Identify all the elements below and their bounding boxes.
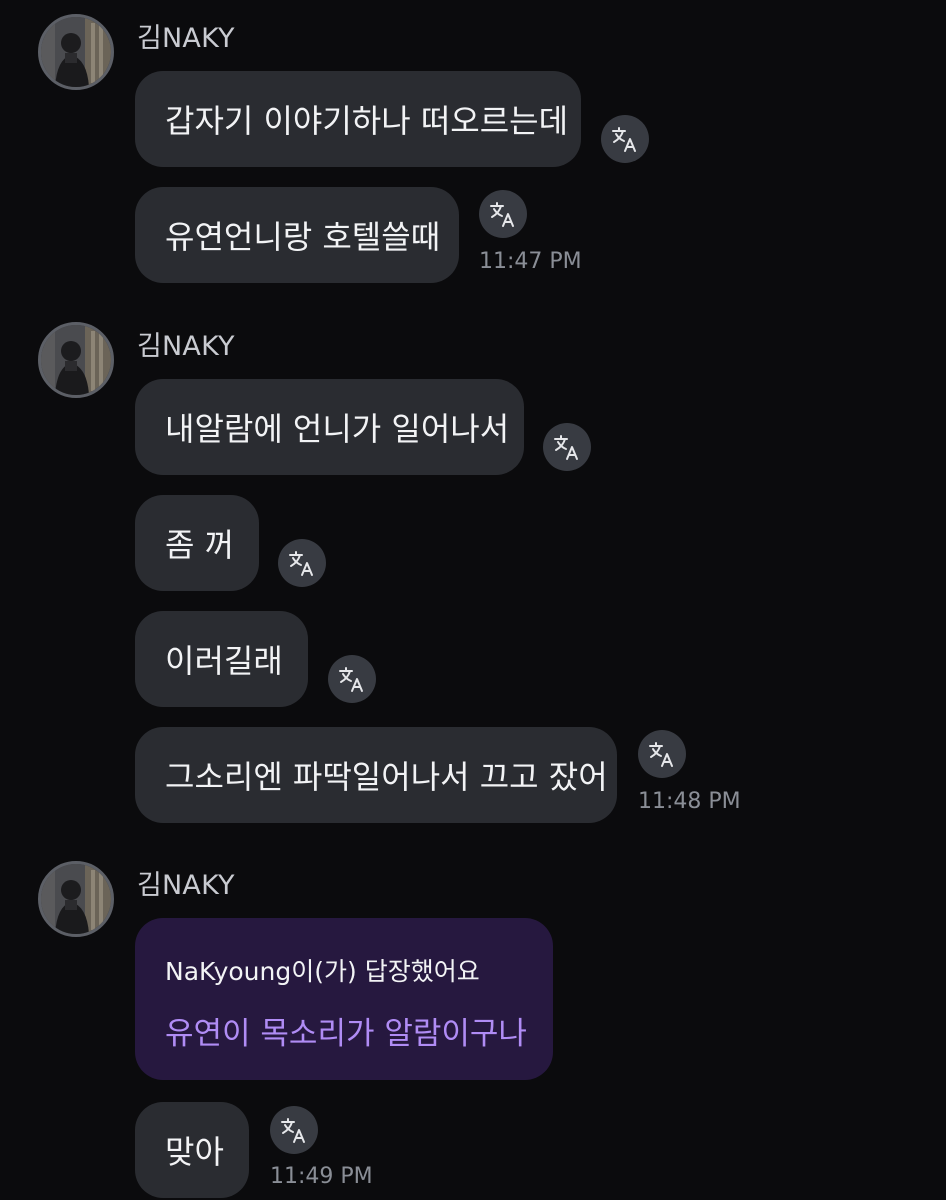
message-bubble[interactable]: 맞아 [135,1102,249,1198]
translate-button[interactable] [638,730,686,778]
translate-button[interactable] [270,1106,318,1154]
message-bubble[interactable]: 그소리엔 파딱일어나서 끄고 잤어 [135,727,617,823]
message-text: 이러길래 [165,642,283,680]
message-bubble[interactable]: 좀 꺼 [135,495,259,591]
reply-quote-text: 유연이 목소리가 알람이구나 [165,1016,527,1052]
avatar[interactable] [38,322,114,398]
translate-icon [287,548,317,578]
translate-button[interactable] [479,190,527,238]
message-text: 그소리엔 파딱일어나서 끄고 잤어 [165,758,608,796]
message-bubble[interactable]: 이러길래 [135,611,308,707]
translate-button[interactable] [328,655,376,703]
translate-icon [647,739,677,769]
translate-icon [279,1115,309,1145]
sender-name: 김NAKY [137,331,235,362]
sender-name: 김NAKY [137,23,235,54]
translate-icon [337,664,367,694]
message-text: 갑자기 이야기하나 떠오르는데 [165,102,569,140]
message-text: 좀 꺼 [165,526,235,564]
reply-bubble[interactable]: NaKyoung이(가) 답장했어요 유연이 목소리가 알람이구나 [135,918,553,1080]
translate-icon [488,199,518,229]
timestamp: 11:49 PM [270,1164,373,1189]
translate-icon [610,124,640,154]
translate-icon [552,432,582,462]
translate-button[interactable] [543,423,591,471]
message-text: 맞아 [165,1133,224,1171]
chat-screen: 김NAKY 갑자기 이야기하나 떠오르는데 유연언니랑 호텔쓸때 11:47 P… [0,0,946,1200]
message-text: 내알람에 언니가 일어나서 [165,410,510,448]
message-bubble[interactable]: 내알람에 언니가 일어나서 [135,379,524,475]
message-text: 유연언니랑 호텔쓸때 [165,218,441,256]
avatar[interactable] [38,861,114,937]
reply-label: NaKyoung이(가) 답장했어요 [165,957,480,986]
sender-name: 김NAKY [137,870,235,901]
translate-button[interactable] [601,115,649,163]
avatar[interactable] [38,14,114,90]
timestamp: 11:48 PM [638,789,741,814]
timestamp: 11:47 PM [479,249,582,274]
message-bubble[interactable]: 갑자기 이야기하나 떠오르는데 [135,71,581,167]
message-bubble[interactable]: 유연언니랑 호텔쓸때 [135,187,459,283]
translate-button[interactable] [278,539,326,587]
